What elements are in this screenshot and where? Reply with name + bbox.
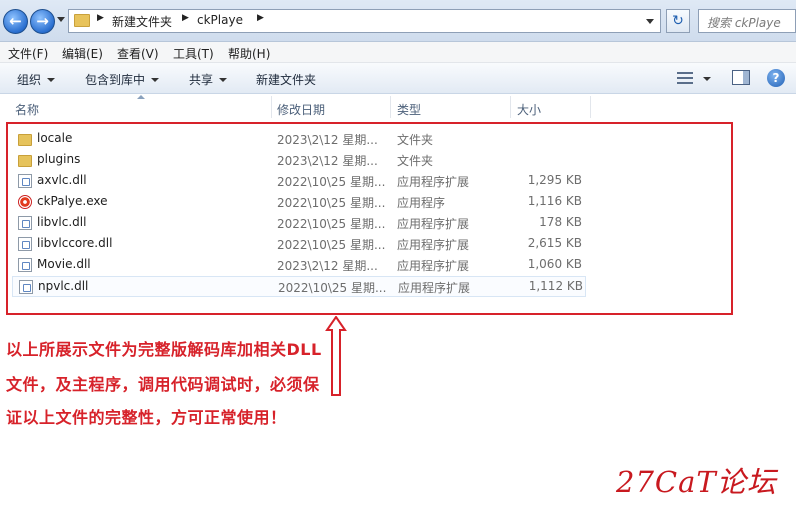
menu-view[interactable]: 查看(V) — [117, 45, 159, 62]
menu-bar: 文件(F) 编辑(E) 查看(V) 工具(T) 帮助(H) — [0, 42, 796, 63]
annotation-arrow-icon — [325, 316, 347, 396]
column-divider[interactable] — [510, 96, 511, 118]
column-header-size[interactable]: 大小 — [517, 94, 589, 118]
breadcrumb-separator-icon[interactable]: ▶ — [97, 13, 104, 23]
share-button[interactable]: 共享 — [189, 71, 228, 88]
breadcrumb-item[interactable]: 新建文件夹 — [112, 13, 172, 30]
path-history-dropdown-icon[interactable] — [646, 19, 654, 24]
path-box[interactable]: ▶ 新建文件夹 ▶ ckPlaye ▶ — [68, 9, 661, 33]
help-icon[interactable]: ? — [767, 69, 785, 87]
search-input[interactable]: 搜索 ckPlaye — [698, 9, 796, 33]
chevron-down-icon — [151, 78, 160, 82]
annotation-text-line: 以上所展示文件为完整版解码库加相关DLL — [6, 340, 322, 359]
chevron-down-icon — [219, 78, 228, 82]
menu-tools[interactable]: 工具(T) — [173, 45, 214, 62]
search-placeholder: 搜索 ckPlaye — [707, 16, 781, 30]
menu-help[interactable]: 帮助(H) — [228, 45, 270, 62]
organize-label: 组织 — [17, 73, 42, 87]
address-bar: ← → ▶ 新建文件夹 ▶ ckPlaye ▶ ↻ 搜索 ckPlaye — [0, 0, 796, 42]
command-toolbar: 组织 包含到库中 共享 新建文件夹 ? — [0, 63, 796, 94]
breadcrumb-separator-icon[interactable]: ▶ — [182, 13, 189, 23]
column-header-label: 修改日期 — [277, 103, 326, 117]
menu-edit[interactable]: 编辑(E) — [62, 45, 103, 62]
column-divider[interactable] — [271, 96, 272, 118]
column-header-date[interactable]: 修改日期 — [277, 94, 389, 118]
share-label: 共享 — [189, 73, 214, 87]
breadcrumb-item[interactable]: ckPlaye — [197, 13, 243, 27]
column-header-label: 名称 — [15, 103, 40, 117]
column-header-label: 大小 — [517, 103, 542, 117]
organize-button[interactable]: 组织 — [17, 71, 56, 88]
breadcrumb-separator-icon[interactable]: ▶ — [257, 13, 264, 23]
sort-ascending-icon — [137, 95, 145, 99]
chevron-down-icon — [47, 78, 56, 82]
annotation-text-line: 证以上文件的完整性，方可正常使用！ — [6, 408, 287, 427]
annotation-text-line: 文件，及主程序，调用代码调试时，必须保 — [6, 375, 320, 394]
menu-file[interactable]: 文件(F) — [8, 45, 48, 62]
recent-pages-dropdown-icon[interactable] — [57, 17, 65, 22]
annotation-highlight-box — [6, 122, 733, 315]
column-divider[interactable] — [590, 96, 591, 118]
back-button[interactable]: ← — [3, 9, 28, 34]
include-in-library-label: 包含到库中 — [85, 73, 146, 87]
watermark: 27CaT论坛 — [616, 465, 777, 499]
include-in-library-button[interactable]: 包含到库中 — [85, 71, 160, 88]
column-header-label: 类型 — [397, 103, 422, 117]
refresh-button[interactable]: ↻ — [666, 9, 690, 33]
preview-pane-icon[interactable] — [732, 70, 750, 85]
folder-icon — [74, 14, 90, 27]
chevron-down-icon[interactable] — [703, 77, 711, 81]
forward-button[interactable]: → — [30, 9, 55, 34]
column-header-type[interactable]: 类型 — [397, 94, 509, 118]
new-folder-button[interactable]: 新建文件夹 — [256, 71, 316, 88]
view-options-icon[interactable] — [677, 71, 693, 85]
column-divider[interactable] — [390, 96, 391, 118]
